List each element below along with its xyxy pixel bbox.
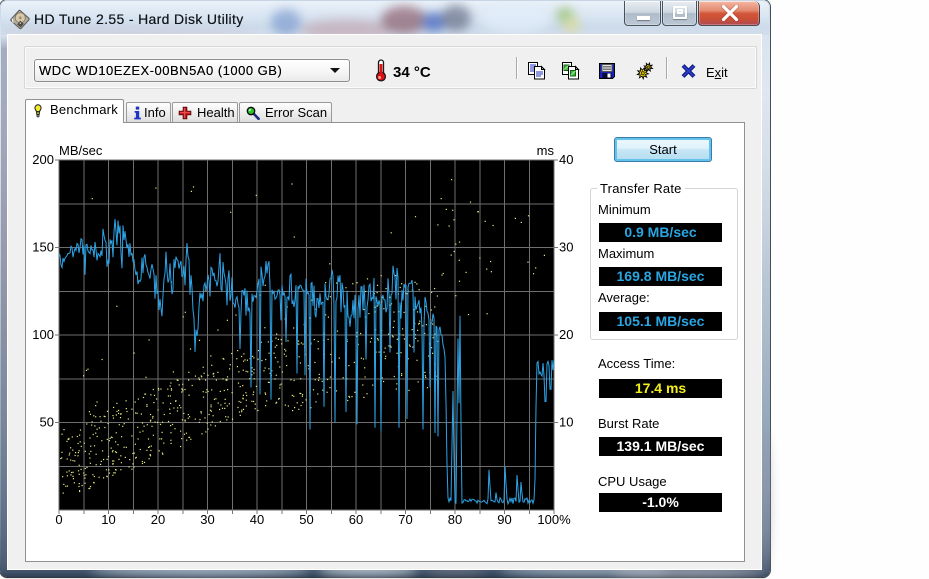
svg-text:50: 50 bbox=[299, 512, 313, 527]
svg-text:200: 200 bbox=[32, 152, 54, 167]
svg-text:MB/sec: MB/sec bbox=[59, 143, 103, 158]
svg-text:ms: ms bbox=[537, 143, 555, 158]
svg-text:150: 150 bbox=[32, 239, 54, 254]
svg-text:80: 80 bbox=[448, 512, 462, 527]
svg-text:40: 40 bbox=[250, 512, 264, 527]
svg-text:60: 60 bbox=[349, 512, 363, 527]
svg-text:90: 90 bbox=[497, 512, 511, 527]
svg-text:30: 30 bbox=[200, 512, 214, 527]
svg-text:100%: 100% bbox=[537, 512, 571, 527]
svg-text:50: 50 bbox=[40, 414, 54, 429]
svg-text:20: 20 bbox=[559, 327, 573, 342]
svg-text:30: 30 bbox=[559, 239, 573, 254]
svg-text:10: 10 bbox=[101, 512, 115, 527]
svg-text:100: 100 bbox=[32, 327, 54, 342]
svg-text:10: 10 bbox=[559, 414, 573, 429]
svg-text:70: 70 bbox=[398, 512, 412, 527]
svg-text:0: 0 bbox=[55, 512, 62, 527]
svg-text:20: 20 bbox=[151, 512, 165, 527]
svg-text:40: 40 bbox=[559, 152, 573, 167]
